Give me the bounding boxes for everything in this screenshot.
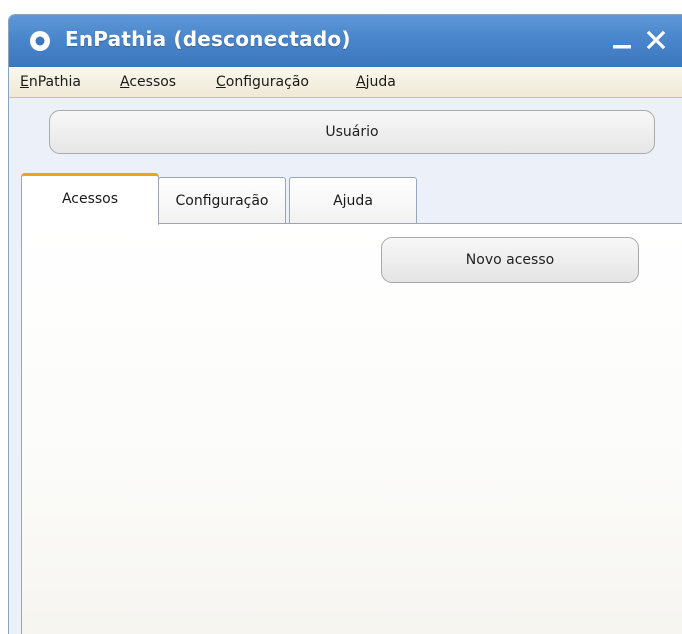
app-ring-icon: [30, 31, 50, 51]
title-bar[interactable]: EnPathia (desconectado): [9, 15, 682, 67]
close-icon[interactable]: [643, 27, 669, 53]
menu-enpathia-mnemonic: E: [20, 74, 29, 90]
user-button[interactable]: Usuário: [49, 110, 655, 154]
menu-bar: EnPathia Acessos Configuração Ajuda: [9, 67, 682, 98]
menu-ajuda-label: juda: [365, 74, 396, 90]
menu-ajuda-mnemonic: A: [356, 74, 366, 90]
tab-ajuda[interactable]: Ajuda: [289, 177, 417, 225]
menu-ajuda[interactable]: Ajuda: [356, 74, 396, 90]
app-window: EnPathia (desconectado) EnPathia Acessos…: [8, 14, 682, 634]
window-title: EnPathia (desconectado): [65, 27, 351, 51]
new-access-button[interactable]: Novo acesso: [381, 237, 639, 283]
menu-acessos[interactable]: Acessos: [120, 74, 176, 90]
menu-configuracao[interactable]: Configuração: [216, 74, 309, 90]
menu-enpathia[interactable]: EnPathia: [20, 74, 81, 90]
minimize-icon[interactable]: [610, 27, 636, 53]
acessos-panel: Novo acesso: [21, 223, 682, 634]
menu-configuracao-label: onfiguração: [225, 74, 309, 90]
menu-configuracao-mnemonic: C: [216, 74, 226, 90]
menu-acessos-label: cessos: [129, 74, 177, 90]
menu-acessos-mnemonic: A: [120, 74, 130, 90]
tab-configuracao[interactable]: Configuração: [158, 177, 286, 225]
tab-acessos[interactable]: Acessos: [21, 173, 159, 225]
menu-enpathia-label: nPathia: [28, 74, 81, 90]
